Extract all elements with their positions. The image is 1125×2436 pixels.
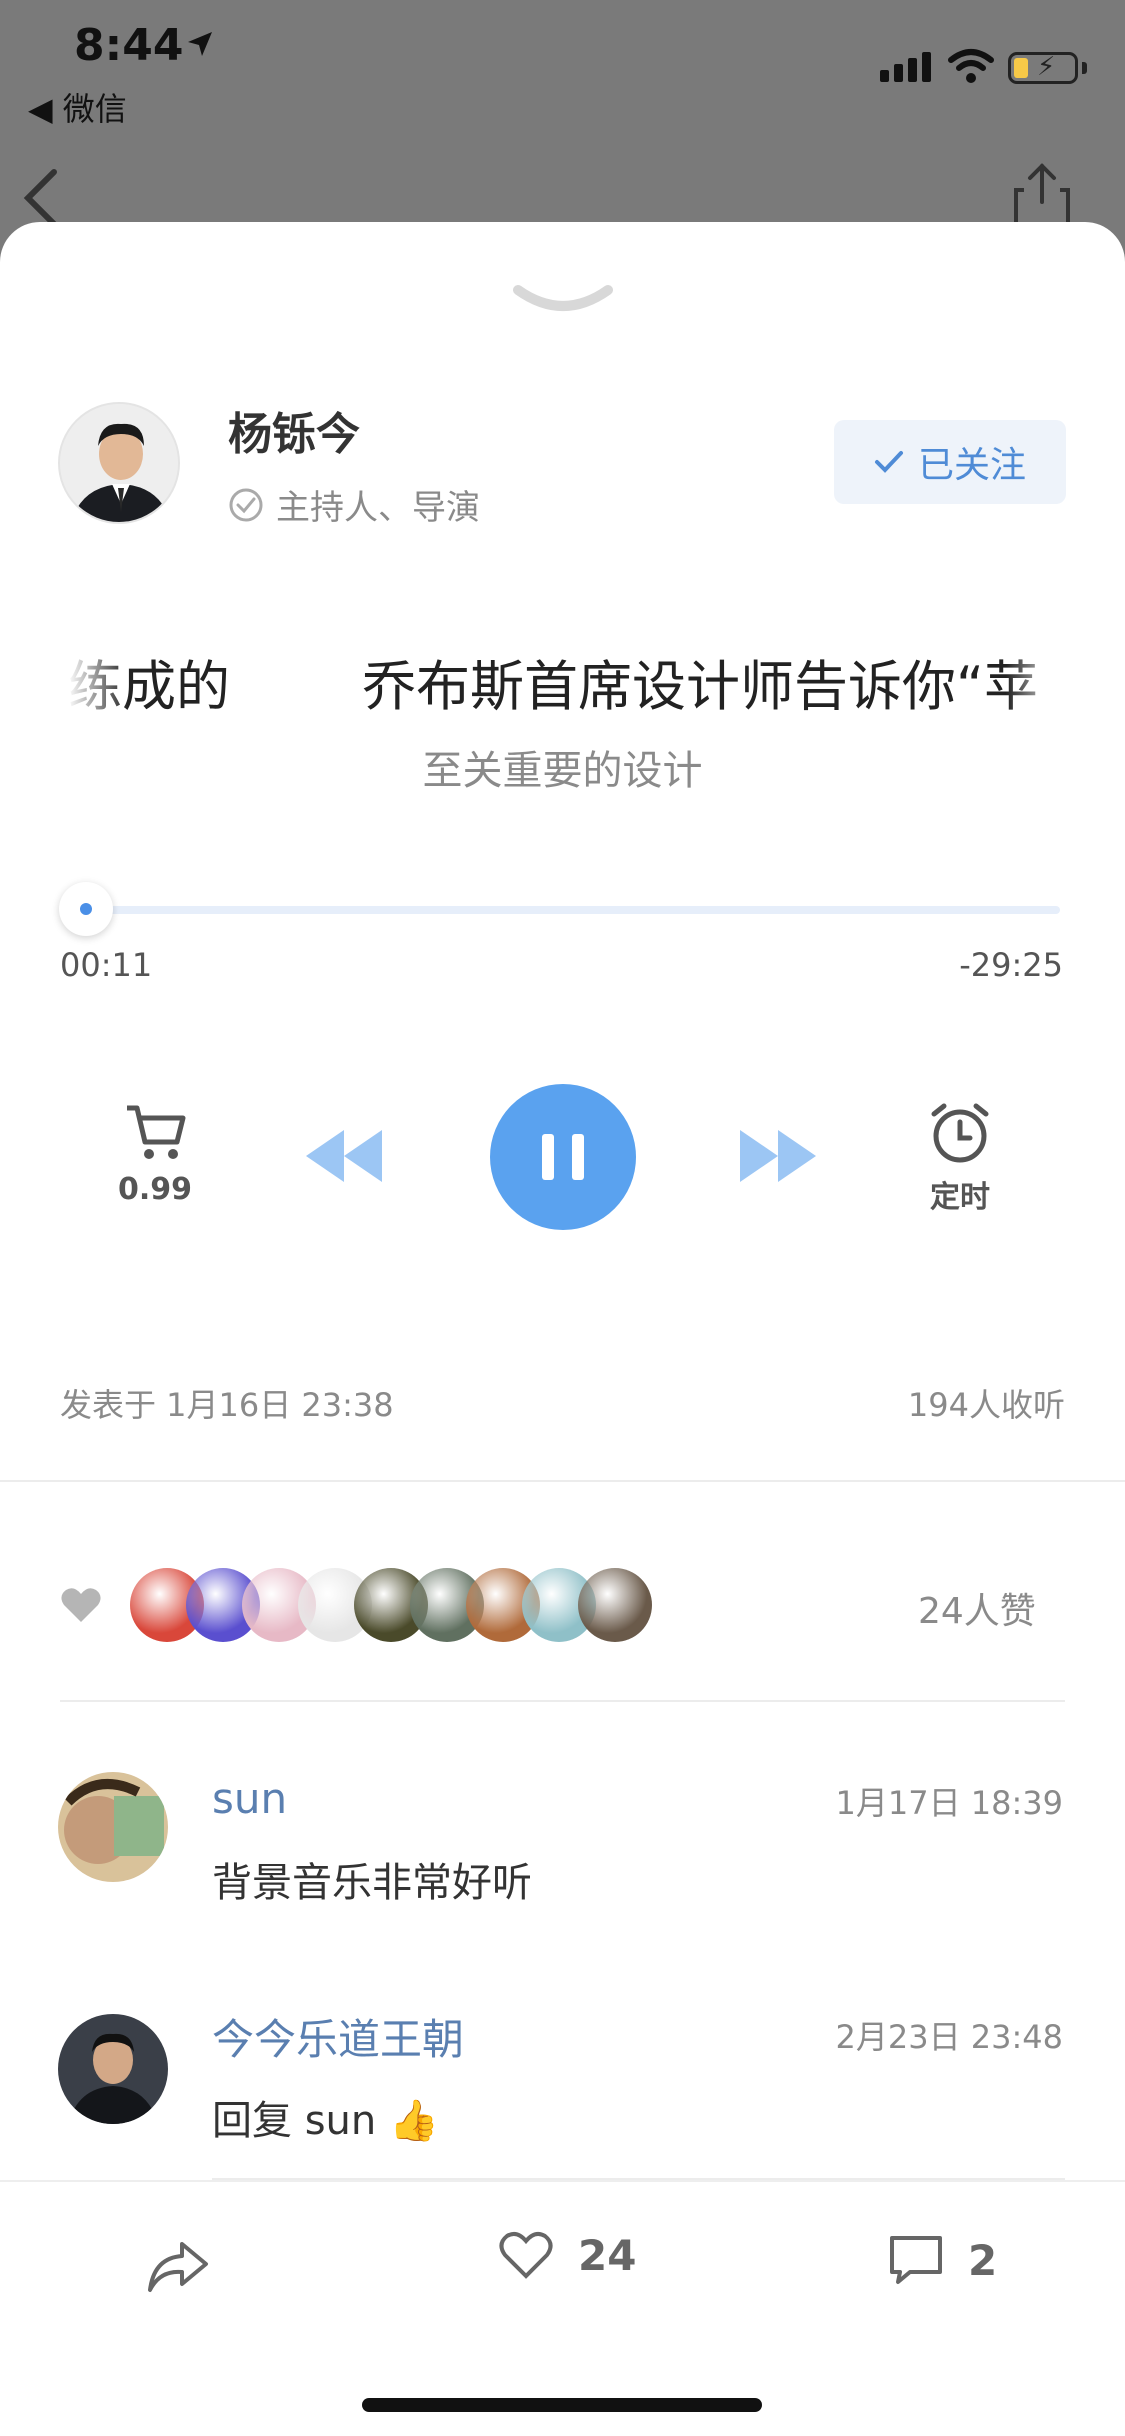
- location-arrow-icon: [188, 32, 212, 56]
- comment-text: 回复 sun 👍: [212, 2098, 439, 2144]
- listener-count: 194人收听: [907, 1386, 1065, 1424]
- home-indicator[interactable]: [362, 2398, 762, 2412]
- host-avatar[interactable]: [58, 402, 180, 524]
- like-button[interactable]: 24: [498, 2230, 636, 2280]
- comment-time: 1月17日 18:39: [835, 1784, 1063, 1822]
- commenter-avatar[interactable]: [58, 1772, 168, 1882]
- host-name[interactable]: 杨铄今: [228, 398, 360, 462]
- commenter-avatar[interactable]: [58, 2014, 168, 2124]
- wifi-icon: [948, 49, 994, 83]
- following-button[interactable]: 已关注: [834, 420, 1066, 504]
- host-role: 主持人、导演: [228, 480, 480, 529]
- episode-subtitle: 至关重要的设计: [422, 748, 703, 794]
- remaining-time: -29:25: [959, 946, 1063, 984]
- rewind-icon[interactable]: [302, 1126, 386, 1186]
- pause-bar-right: [572, 1134, 584, 1180]
- episode-title-head: 乔布斯首席设计师告诉你“苹: [362, 655, 1038, 718]
- sleep-timer-button[interactable]: 定时: [910, 1102, 1010, 1216]
- likes-divider: [60, 1700, 1065, 1702]
- like-count: 24: [578, 2230, 637, 2280]
- liker-avatar[interactable]: [578, 1568, 652, 1642]
- heart-outline-icon: [499, 2231, 553, 2279]
- following-label: 已关注: [917, 445, 1026, 486]
- commenter-name[interactable]: 今今乐道王朝: [212, 2006, 464, 2067]
- progress-knob[interactable]: [58, 882, 113, 936]
- player-sheet: 杨铄今 主持人、导演 已关注 练成的 乔布斯首席设计师告诉你“苹 至关重要的设计…: [0, 222, 1125, 2436]
- status-bar: 8:44 ◀ 微信 ⚡: [0, 0, 1125, 228]
- comment-count: 2: [968, 2235, 998, 2285]
- progress-track[interactable]: [68, 906, 1060, 914]
- comment-button[interactable]: 2: [888, 2234, 997, 2286]
- verified-check-icon: [229, 488, 263, 521]
- pause-button[interactable]: [490, 1084, 636, 1230]
- collapse-chevron-icon[interactable]: [510, 282, 616, 318]
- status-time: 8:44: [74, 20, 184, 71]
- battery-tip: [1082, 62, 1087, 74]
- fast-forward-icon[interactable]: [736, 1126, 820, 1186]
- cellular-signal-icon: [880, 52, 931, 82]
- price-label: 0.99: [117, 1172, 193, 1207]
- likes-count[interactable]: 24人赞: [918, 1582, 1036, 1634]
- timer-label: 定时: [930, 1180, 990, 1215]
- alarm-clock-icon: [931, 1103, 989, 1163]
- battery-icon: ⚡: [1008, 52, 1078, 84]
- pause-bar-left: [542, 1134, 554, 1180]
- buy-button[interactable]: 0.99: [110, 1102, 200, 1207]
- comment-text: 背景音乐非常好听: [212, 1860, 532, 1906]
- cart-icon: [127, 1105, 186, 1159]
- comment-time: 2月23日 23:48: [835, 2018, 1063, 2056]
- share-arrow-icon[interactable]: [146, 2238, 210, 2294]
- checkmark-icon: [874, 451, 903, 473]
- share-upload-icon[interactable]: [1010, 160, 1074, 230]
- host-role-label: 主持人、导演: [276, 488, 480, 528]
- likes-row[interactable]: 24人赞: [60, 1568, 1065, 1644]
- back-to-app-link[interactable]: ◀ 微信: [28, 84, 127, 130]
- elapsed-time: 00:11: [60, 946, 153, 984]
- commenter-name[interactable]: sun: [212, 1774, 287, 1823]
- episode-title-marquee: 练成的 乔布斯首席设计师告诉你“苹: [68, 642, 1066, 722]
- back-chevron-icon[interactable]: [20, 168, 60, 228]
- published-date: 发表于 1月16日 23:38: [60, 1386, 394, 1424]
- section-divider: [0, 1480, 1125, 1482]
- heart-icon: [61, 1588, 101, 1622]
- comment-bubble-icon: [890, 2236, 942, 2284]
